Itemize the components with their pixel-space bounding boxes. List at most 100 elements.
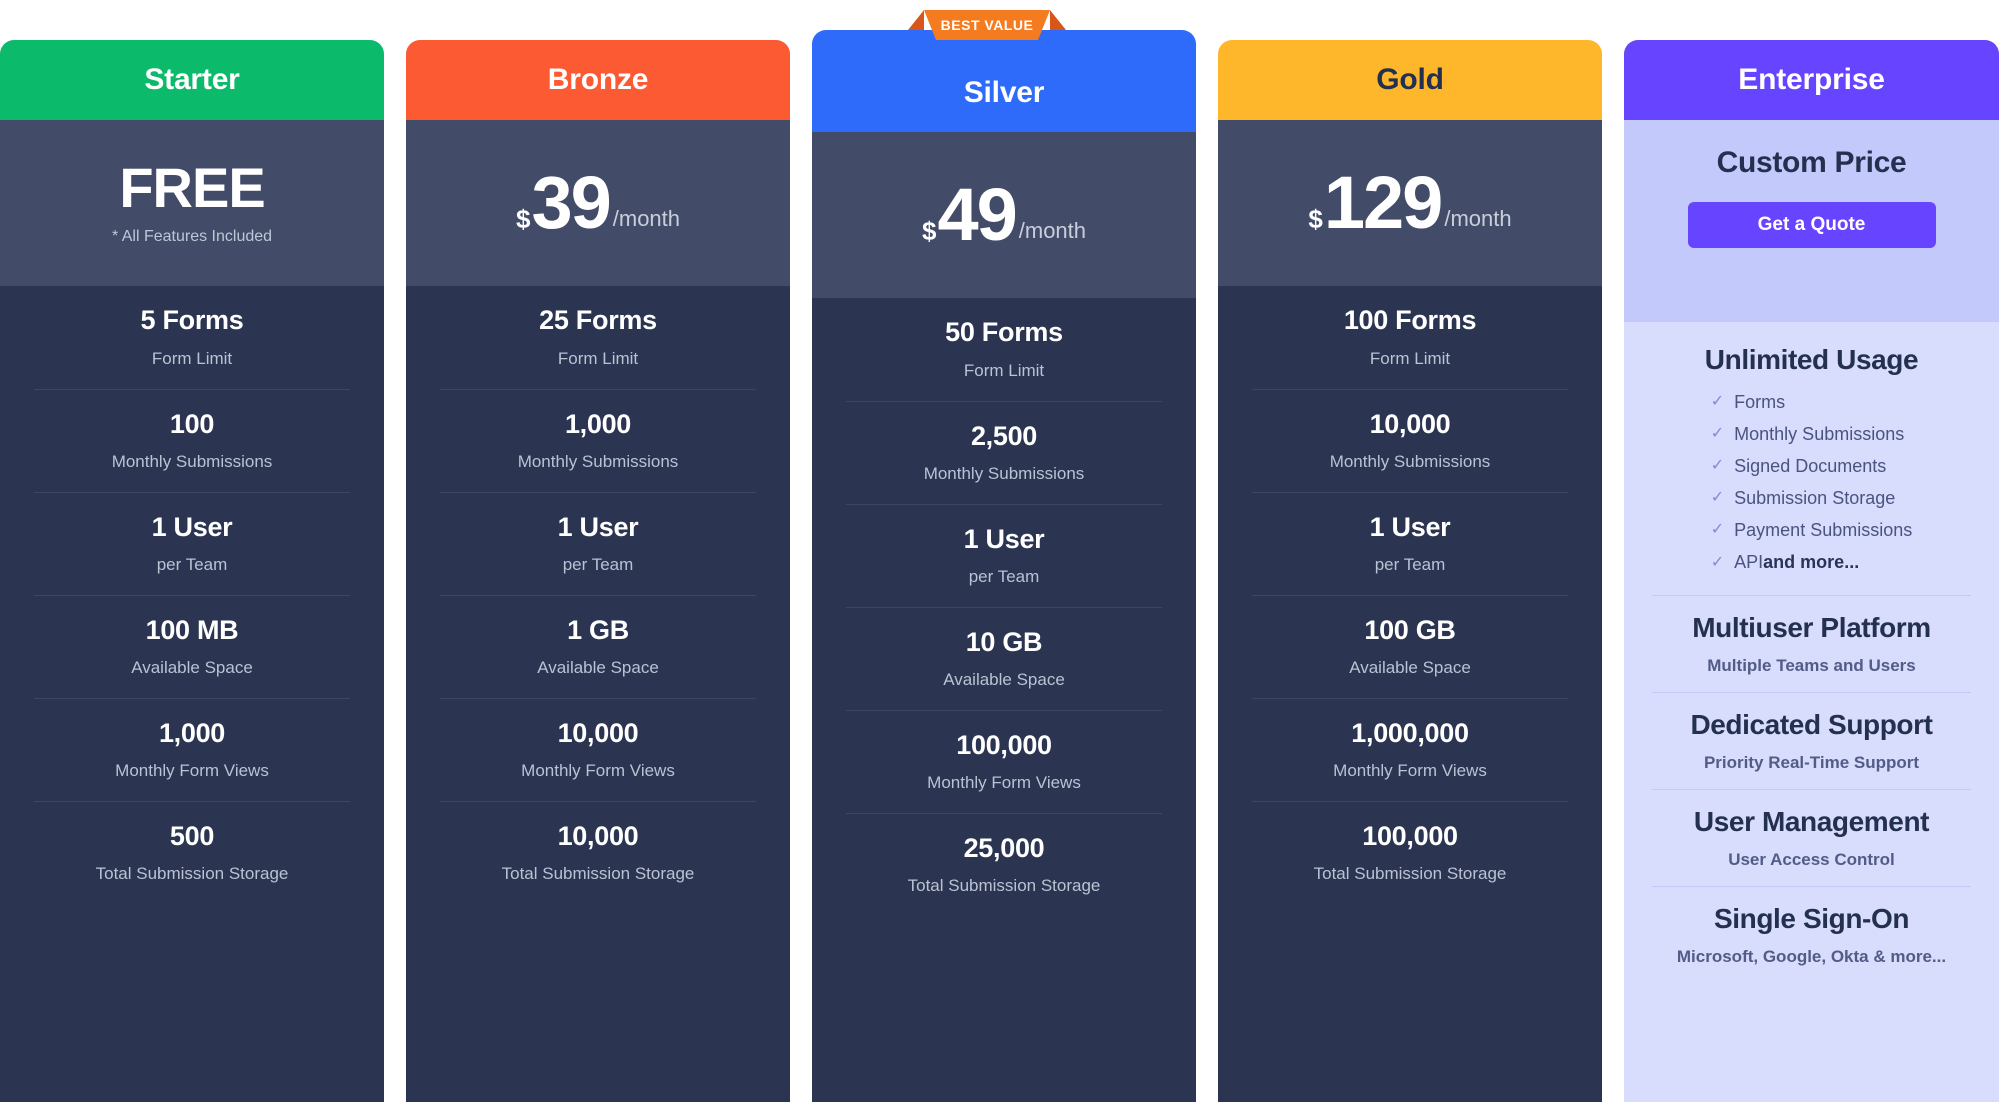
enterprise-feature-label: Signed Documents (1734, 456, 1887, 477)
plan-card-enterprise[interactable]: Enterprise Custom Price Get a Quote Unli… (1624, 40, 1999, 1102)
feature-label: Total Submission Storage (95, 864, 289, 884)
plan-features-silver: 50 Forms Form Limit 2,500 Monthly Submissio… (812, 298, 1196, 1102)
enterprise-section-subtitle: Multiple Teams and Users (1707, 655, 1916, 675)
feature-label: Total Submission Storage (907, 876, 1101, 896)
enterprise-feature-list: ✓ Forms ✓ Monthly Submissions ✓ Signed Docume… (1711, 386, 1912, 579)
enterprise-section: User Management User Access Control (1652, 788, 1971, 886)
plan-name: Bronze (547, 63, 649, 96)
feature-label: Monthly Form Views (1333, 761, 1487, 781)
feature-label: Monthly Form Views (521, 761, 675, 781)
feature-label: Available Space (131, 658, 253, 678)
feature-row: 1 User per Team (846, 504, 1162, 607)
feature-row: 1 GB Available Space (440, 595, 756, 698)
enterprise-section-subtitle: User Access Control (1728, 849, 1895, 869)
enterprise-feature-label: API (1734, 552, 1764, 573)
plan-header-gold: Gold (1218, 40, 1602, 120)
enterprise-feature-item: ✓ Signed Documents (1711, 450, 1912, 482)
feature-label: Monthly Submissions (923, 464, 1085, 484)
price-amount: 39 (531, 161, 611, 244)
feature-label: Form Limit (963, 360, 1045, 380)
enterprise-feature-label: Forms (1734, 392, 1786, 412)
price-row: $ 129 /month (1308, 166, 1511, 240)
price-currency: $ (1308, 204, 1323, 234)
plan-card-starter[interactable]: Starter FREE * All Features Included 5 F… (0, 40, 384, 1102)
feature-row: 1,000,000 Monthly Form Views (1252, 698, 1568, 801)
enterprise-feature-item: ✓ Monthly Submissions (1711, 418, 1912, 450)
feature-row: 25 Forms Form Limit (440, 286, 756, 389)
feature-label: per Team (968, 567, 1040, 587)
price-currency: $ (515, 204, 531, 234)
feature-value: 1,000 (158, 717, 226, 748)
feature-row: 100 MB Available Space (34, 595, 350, 698)
plan-features-gold: 100 Forms Form Limit 10,000 Monthly Submiss… (1218, 286, 1602, 1102)
check-icon: ✓ (1710, 425, 1725, 443)
feature-row: 100 GB Available Space (1252, 595, 1568, 698)
feature-label: per Team (156, 555, 228, 575)
price-period: /month (1444, 206, 1512, 231)
enterprise-feature-item: ✓ Submission Storage (1711, 482, 1912, 514)
plan-price-block-gold: $ 129 /month (1218, 120, 1602, 286)
feature-label: Monthly Submissions (1329, 452, 1491, 472)
plan-card-gold[interactable]: Gold $ 129 /month 100 Forms Form Limit 10,… (1218, 40, 1602, 1102)
enterprise-section-subtitle: Priority Real-Time Support (1703, 752, 1920, 772)
enterprise-section: Unlimited Usage ✓ Forms ✓ Monthly Submission… (1652, 322, 1971, 595)
plan-card-bronze[interactable]: Bronze $ 39 /month 25 Forms Form Limit 1,0… (406, 40, 790, 1102)
feature-label: Available Space (537, 658, 659, 678)
enterprise-section-title: User Management (1693, 805, 1930, 837)
feature-value: 100,000 (956, 729, 1052, 760)
feature-row: 10,000 Total Submission Storage (440, 801, 756, 904)
feature-label: Monthly Submissions (517, 452, 679, 472)
price-amount: 49 (937, 173, 1017, 256)
feature-row: 100,000 Monthly Form Views (846, 710, 1162, 813)
feature-row: 500 Total Submission Storage (34, 801, 350, 904)
enterprise-section: Multiuser Platform Multiple Teams and Use… (1652, 594, 1971, 692)
price-row: FREE (119, 156, 265, 219)
enterprise-section-subtitle: Microsoft, Google, Okta & more... (1676, 946, 1947, 966)
feature-label: Available Space (1349, 658, 1471, 678)
feature-value: 1 User (963, 523, 1045, 554)
check-icon: ✓ (1710, 521, 1725, 539)
feature-label: per Team (1374, 555, 1446, 575)
plan-card-silver[interactable]: Silver $ 49 /month 50 Forms Form Limit 2,5… (812, 30, 1196, 1102)
feature-row: 10 GB Available Space (846, 607, 1162, 710)
ribbon-label: BEST VALUE (940, 17, 1034, 33)
feature-label: Form Limit (557, 348, 639, 368)
feature-row: 100 Forms Form Limit (1252, 286, 1568, 389)
get-a-quote-button[interactable]: Get a Quote (1687, 202, 1936, 248)
feature-row: 25,000 Total Submission Storage (846, 813, 1162, 916)
feature-value: 100,000 (1362, 820, 1458, 851)
price-amount: 129 (1323, 161, 1443, 244)
feature-row: 1 User per Team (440, 492, 756, 595)
feature-label: per Team (562, 555, 634, 575)
plan-header-bronze: Bronze (406, 40, 790, 120)
plan-features-bronze: 25 Forms Form Limit 1,000 Monthly Submissio… (406, 286, 790, 1102)
enterprise-section-title: Multiuser Platform (1692, 611, 1931, 643)
price-row: $ 49 /month (922, 178, 1086, 252)
feature-row: 10,000 Monthly Form Views (440, 698, 756, 801)
feature-label: Total Submission Storage (1313, 864, 1507, 884)
plan-price-block-bronze: $ 39 /month (406, 120, 790, 286)
plan-header-silver: Silver (812, 30, 1196, 132)
feature-value: 100 Forms (1343, 305, 1477, 336)
feature-label: Total Submission Storage (501, 864, 695, 884)
feature-value: 1 User (151, 511, 233, 542)
enterprise-section: Single Sign-On Microsoft, Google, Okta & … (1652, 885, 1971, 983)
feature-row: 1,000 Monthly Submissions (440, 389, 756, 492)
best-value-ribbon: BEST VALUE (908, 10, 1066, 42)
feature-label: Monthly Form Views (927, 773, 1081, 793)
plan-name: Starter (144, 63, 240, 96)
plan-name: Gold (1376, 63, 1444, 96)
feature-row: 1,000 Monthly Form Views (34, 698, 350, 801)
feature-value: 100 (169, 408, 215, 439)
plan-name: Enterprise (1738, 63, 1885, 96)
feature-value: 10,000 (557, 717, 639, 748)
feature-value: 25,000 (963, 832, 1045, 863)
enterprise-feature-item: ✓ Payment Submissions (1711, 514, 1912, 546)
enterprise-feature-label: Submission Storage (1734, 488, 1896, 509)
price-period: /month (1018, 218, 1087, 243)
price-amount: FREE (119, 156, 265, 219)
check-icon: ✓ (1710, 393, 1725, 411)
enterprise-section: Dedicated Support Priority Real-Time Supp… (1652, 691, 1971, 789)
enterprise-feature-label: Payment Submissions (1734, 520, 1913, 541)
feature-value: 10,000 (1369, 408, 1451, 439)
